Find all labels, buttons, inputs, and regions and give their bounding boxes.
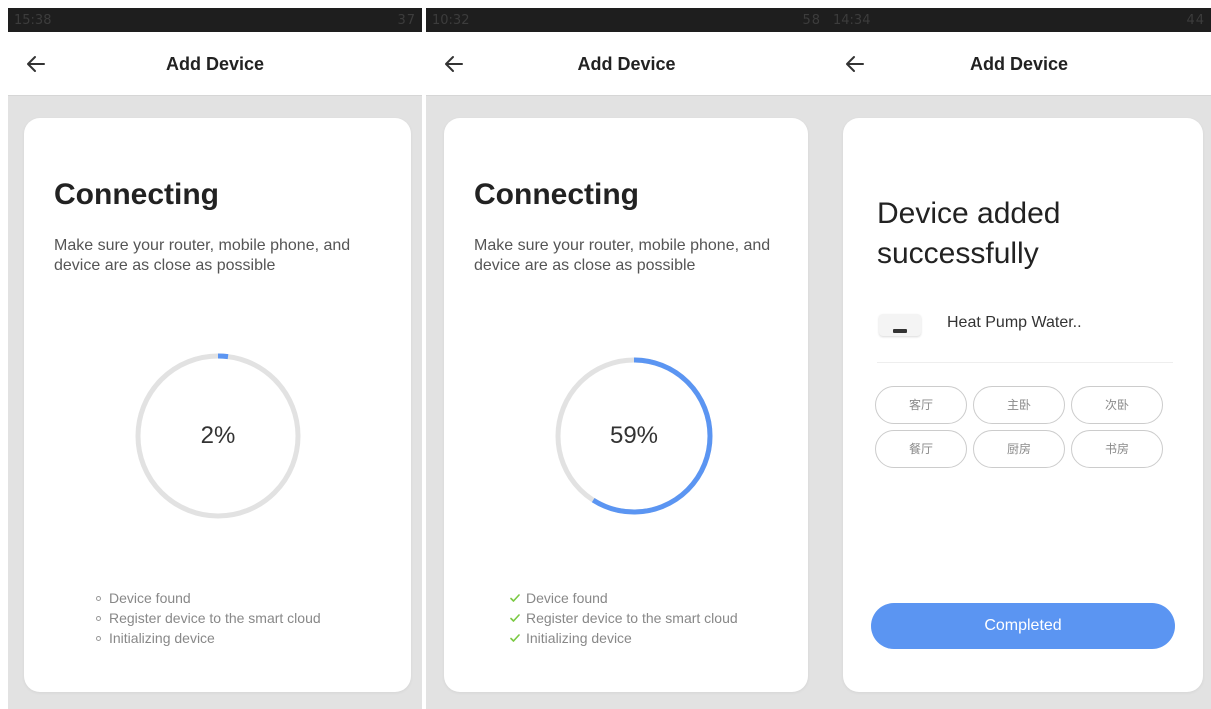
app-bar: Add Device <box>827 32 1211 96</box>
page-title: Add Device <box>969 54 1069 74</box>
status-time: 14:34 <box>833 12 871 28</box>
progress-ring: 59% <box>548 350 720 522</box>
step-label: Register device to the smart cloud <box>526 610 738 626</box>
page-title: Add Device <box>577 54 676 74</box>
device-name: Heat Pump Water.. <box>947 314 1082 331</box>
step-item: Device found <box>510 588 738 608</box>
step-list: Device found Register device to the smar… <box>96 588 321 648</box>
success-card: Device added successfully Heat Pump Wate… <box>843 118 1203 692</box>
step-label: Initializing device <box>109 630 215 646</box>
top-edge <box>827 0 1211 8</box>
status-battery: 58 <box>802 12 821 28</box>
status-bar: 15:38 37 <box>8 8 422 32</box>
room-chip[interactable]: 餐厅 <box>875 430 967 468</box>
dot-icon <box>96 635 101 641</box>
completed-button[interactable]: Completed <box>871 603 1175 649</box>
room-chip[interactable]: 主卧 <box>973 386 1065 424</box>
step-label: Register device to the smart cloud <box>109 610 321 626</box>
step-label: Device found <box>109 590 191 606</box>
step-list: Device found Register device to the smar… <box>510 588 738 648</box>
connecting-description: Make sure your router, mobile phone, and… <box>474 237 771 274</box>
check-icon <box>510 594 520 602</box>
screen-connecting-progress: 10:32 58 Add Device Connecting Make sure… <box>426 0 827 709</box>
check-icon <box>510 614 520 622</box>
app-bar: Add Device <box>8 32 422 96</box>
back-arrow-icon[interactable] <box>843 52 867 76</box>
progress-percent: 59% <box>609 422 659 449</box>
screen-connecting-start: 15:38 37 Add Device Connecting Make sure… <box>8 0 422 709</box>
page-title: Add Device <box>165 54 265 74</box>
status-time: 10:32 <box>432 12 470 28</box>
progress-ring: 2% <box>132 350 304 522</box>
top-edge <box>8 0 422 8</box>
step-item: Device found <box>96 588 321 608</box>
connecting-heading: Connecting <box>54 178 219 211</box>
check-icon <box>510 634 520 642</box>
status-bar: 10:32 58 <box>426 8 827 32</box>
progress-percent: 2% <box>200 422 236 449</box>
progress-card: Connecting Make sure your router, mobile… <box>24 118 411 692</box>
step-label: Device found <box>526 590 608 606</box>
room-chip[interactable]: 客厅 <box>875 386 967 424</box>
progress-card: Connecting Make sure your router, mobile… <box>444 118 808 692</box>
connecting-description: Make sure your router, mobile phone, and… <box>54 237 351 274</box>
step-item: Register device to the smart cloud <box>96 608 321 628</box>
step-item: Initializing device <box>510 628 738 648</box>
status-bar: 14:34 44 <box>827 8 1211 32</box>
device-row[interactable]: Heat Pump Water.. <box>877 306 1173 363</box>
success-heading: Device added successfully <box>877 197 1061 270</box>
room-chip[interactable]: 次卧 <box>1071 386 1163 424</box>
status-time: 15:38 <box>14 12 52 28</box>
status-battery: 44 <box>1186 12 1205 28</box>
step-label: Initializing device <box>526 630 632 646</box>
screen-device-added: 14:34 44 Add Device Device added success… <box>827 0 1211 709</box>
top-edge <box>426 0 827 8</box>
status-battery: 37 <box>397 12 416 28</box>
room-chip[interactable]: 厨房 <box>973 430 1065 468</box>
dot-icon <box>96 615 101 621</box>
connecting-heading: Connecting <box>474 178 639 211</box>
dot-icon <box>96 595 101 601</box>
back-arrow-icon[interactable] <box>442 52 466 76</box>
back-arrow-icon[interactable] <box>24 52 48 76</box>
water-heater-icon <box>879 314 921 336</box>
step-item: Initializing device <box>96 628 321 648</box>
step-item: Register device to the smart cloud <box>510 608 738 628</box>
app-bar: Add Device <box>426 32 827 96</box>
room-chip[interactable]: 书房 <box>1071 430 1163 468</box>
